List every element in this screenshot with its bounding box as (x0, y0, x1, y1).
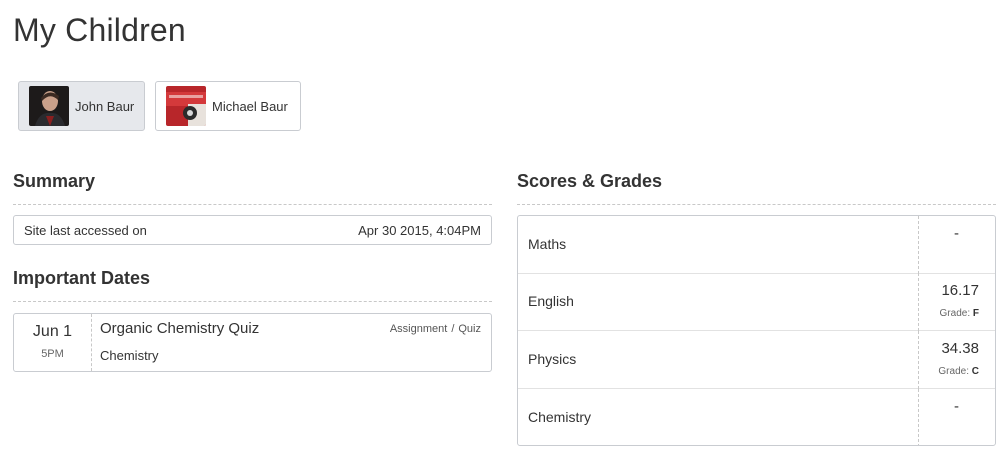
subject-name: Maths (528, 236, 567, 252)
summary-row: Site last accessed on Apr 30 2015, 4:04P… (13, 215, 492, 245)
score-value: 16.17 (941, 282, 979, 299)
divider (13, 204, 492, 205)
event-type-primary: Assignment (389, 323, 448, 335)
important-dates-heading: Important Dates (13, 268, 151, 288)
grades-table: Maths - English 16.17 Grade: F Physics 3… (517, 215, 996, 446)
score-cell: - (918, 389, 995, 445)
grade-letter: Grade: F (940, 308, 979, 319)
event-name[interactable]: Organic Chemistry Quiz (100, 320, 259, 337)
grade-row-english[interactable]: English 16.17 Grade: F (518, 273, 995, 331)
event-date: Jun 1 5PM (14, 314, 92, 371)
event-type-secondary: Quiz (458, 323, 481, 335)
event-time: 5PM (41, 348, 64, 360)
grade-value: C (971, 366, 979, 377)
grade-row-physics[interactable]: Physics 34.38 Grade: C (518, 331, 995, 389)
scores-heading: Scores & Grades (517, 171, 663, 191)
grade-value: F (972, 308, 979, 319)
child-tab-john-baur[interactable]: John Baur (18, 81, 145, 131)
child-tab-michael-baur[interactable]: Michael Baur (155, 81, 301, 131)
score-cell: 16.17 Grade: F (918, 273, 995, 331)
subject-name: English (528, 293, 574, 309)
score-value: - (954, 398, 959, 415)
child-name: Michael Baur (212, 98, 288, 114)
divider (13, 301, 492, 302)
score-value: - (954, 225, 959, 242)
event-day: Jun 1 (32, 323, 73, 340)
grade-row-chemistry[interactable]: Chemistry - (518, 389, 995, 445)
divider (517, 204, 996, 205)
score-cell: 34.38 Grade: C (918, 331, 995, 389)
event-course: Chemistry (100, 348, 159, 363)
grade-label: Grade: (938, 366, 969, 377)
subject-name: Physics (528, 351, 577, 367)
page-title: My Children (13, 12, 186, 48)
event-type: Assignment / Quiz (390, 323, 481, 335)
grade-letter: Grade: C (938, 366, 979, 377)
avatar (166, 86, 206, 126)
score-cell: - (918, 216, 995, 274)
score-value: 34.38 (941, 340, 979, 357)
summary-label: Site last accessed on (24, 222, 147, 238)
grade-row-maths[interactable]: Maths - (518, 216, 995, 274)
child-name: John Baur (75, 98, 135, 114)
grade-label: Grade: (939, 308, 971, 319)
avatar (29, 86, 69, 126)
summary-value: Apr 30 2015, 4:04PM (358, 222, 481, 238)
event-type-separator: / (451, 323, 455, 335)
subject-name: Chemistry (528, 409, 592, 425)
summary-heading: Summary (13, 171, 96, 191)
event-card[interactable]: Jun 1 5PM Organic Chemistry Quiz Assignm… (13, 313, 492, 372)
